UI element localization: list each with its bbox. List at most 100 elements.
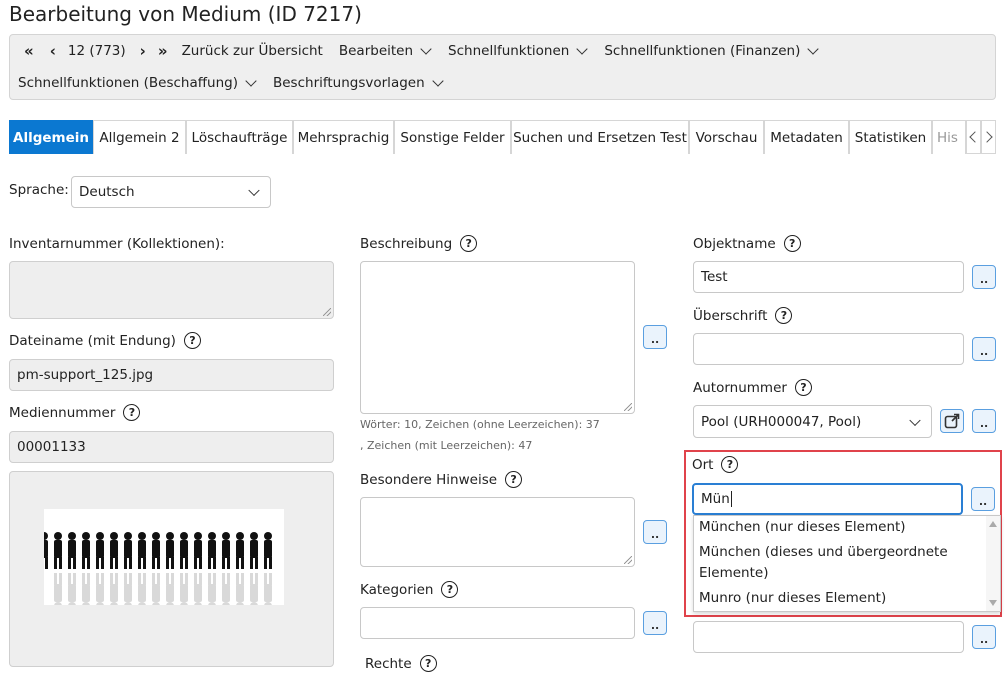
language-select[interactable]: Deutsch — [71, 176, 271, 208]
heading-input[interactable] — [693, 333, 964, 365]
inventory-number-label: Inventarnummer (Kollektionen): — [9, 236, 225, 252]
author-number-more-button[interactable]: .. — [972, 409, 996, 433]
categories-label-text: Kategorien — [360, 581, 434, 598]
place-suggestion-muenchen-parents[interactable]: München (dieses und übergeordnete — [699, 542, 948, 563]
language-select-value: Deutsch — [79, 184, 135, 200]
media-number-field[interactable]: 00001133 — [9, 431, 334, 463]
categories-field[interactable] — [360, 607, 635, 639]
object-name-input[interactable]: Test — [693, 261, 964, 293]
tab-sonstige-felder[interactable]: Sonstige Felder — [394, 120, 511, 154]
place-autocomplete-list: München (nur dieses Element) München (di… — [693, 515, 1001, 612]
filename-field[interactable]: pm-support_125.jpg — [9, 359, 334, 391]
edit-menu[interactable]: Bearbeiten — [339, 37, 438, 65]
record-position: 12 (773) — [67, 43, 126, 59]
place-suggestion-muenchen-parents-cont[interactable]: Elemente) — [699, 563, 768, 584]
edit-menu-label: Bearbeiten — [338, 43, 414, 59]
tab-suchen-ersetzen-test[interactable]: Suchen und Ersetzen Test — [511, 120, 689, 154]
help-icon[interactable]: ? — [783, 235, 801, 252]
chevron-down-icon — [248, 184, 260, 197]
categories-more-button[interactable]: .. — [643, 611, 667, 635]
tab-mehrsprachig[interactable]: Mehrsprachig — [293, 120, 394, 154]
place-label: Ort ? — [692, 456, 739, 473]
help-icon[interactable]: ? — [721, 456, 739, 473]
heading-label-text: Überschrift — [693, 307, 768, 324]
back-to-overview-button[interactable]: Zurück zur Übersicht — [182, 37, 331, 65]
tab-metadaten[interactable]: Metadaten — [764, 120, 849, 154]
media-number-value: 00001133 — [17, 439, 86, 455]
object-name-label: Objektname ? — [693, 235, 801, 252]
object-name-label-text: Objektname — [693, 235, 776, 252]
people-silhouettes-image — [44, 532, 272, 605]
place-value: Mün — [701, 491, 730, 507]
next-field-input[interactable] — [693, 621, 964, 653]
next-record-button[interactable]: › — [134, 37, 152, 65]
quick-functions-procurement-menu[interactable]: Schnellfunktionen (Beschaffung) — [18, 69, 263, 97]
chevron-down-icon — [576, 42, 589, 55]
inventory-number-field[interactable] — [9, 261, 334, 319]
tab-allgemein[interactable]: Allgemein — [9, 120, 93, 154]
media-preview — [9, 471, 334, 667]
tab-loeschauftraege[interactable]: Löschaufträge — [186, 120, 293, 154]
prev-record-button[interactable]: ‹ — [44, 37, 62, 65]
special-notes-label-text: Besondere Hinweise — [360, 471, 498, 488]
help-icon[interactable]: ? — [441, 581, 459, 598]
help-icon[interactable]: ? — [123, 404, 141, 421]
tab-allgemein-2[interactable]: Allgemein 2 — [93, 120, 186, 154]
toolbar: « ‹ 12 (773) › » Zurück zur Übersicht Be… — [9, 34, 996, 100]
external-link-icon — [944, 413, 960, 429]
tab-scroll-left-button[interactable] — [966, 120, 981, 154]
quick-functions-label: Schnellfunktionen — [448, 43, 570, 59]
description-more-button[interactable]: .. — [643, 325, 667, 349]
help-icon[interactable]: ? — [775, 307, 793, 324]
tab-statistiken[interactable]: Statistiken — [849, 120, 932, 154]
language-label: Sprache: — [9, 182, 69, 198]
help-icon[interactable]: ? — [460, 235, 478, 252]
page-title: Bearbeitung von Medium (ID 7217) — [9, 2, 362, 26]
first-record-button[interactable]: « — [18, 37, 40, 65]
chevron-right-icon — [981, 131, 993, 143]
filename-value: pm-support_125.jpg — [17, 367, 154, 383]
quick-functions-finance-menu[interactable]: Schnellfunktionen (Finanzen) — [604, 37, 825, 65]
resize-handle-icon[interactable] — [323, 308, 331, 316]
place-suggestion-muenchen-element[interactable]: München (nur dieses Element) — [699, 517, 906, 538]
help-icon[interactable]: ? — [505, 471, 523, 488]
rights-label-text: Rechte — [365, 655, 412, 672]
quick-functions-procurement-label: Schnellfunktionen (Beschaffung) — [18, 75, 238, 91]
help-icon[interactable]: ? — [183, 332, 201, 349]
special-notes-textarea[interactable] — [360, 497, 635, 567]
tab-scroll-right-button[interactable] — [981, 120, 996, 154]
help-icon[interactable]: ? — [794, 379, 812, 396]
chevron-down-icon — [431, 74, 444, 87]
label-templates-label: Beschriftungsvorlagen — [272, 75, 425, 91]
place-input[interactable]: Mün — [692, 483, 963, 515]
author-number-label-text: Autornummer — [693, 379, 787, 396]
place-suggestion-munro[interactable]: Munro (nur dieses Element) — [699, 588, 886, 609]
rights-label: Rechte ? — [365, 655, 437, 672]
chevron-down-icon — [807, 42, 820, 55]
suggestion-scrollbar[interactable] — [986, 516, 1000, 611]
description-label-text: Beschreibung — [360, 235, 453, 252]
tab-vorschau[interactable]: Vorschau — [689, 120, 764, 154]
last-record-button[interactable]: » — [152, 37, 174, 65]
next-field-more-button[interactable]: .. — [972, 625, 996, 649]
scroll-up-icon[interactable] — [989, 521, 997, 527]
resize-handle-icon[interactable] — [624, 556, 632, 564]
place-more-button[interactable]: .. — [971, 487, 995, 511]
filename-label-text: Dateiname (mit Endung) — [9, 332, 176, 349]
tab-bar: Allgemein Allgemein 2 Löschaufträge Mehr… — [9, 120, 996, 154]
description-textarea[interactable] — [360, 261, 635, 414]
scroll-down-icon[interactable] — [989, 600, 997, 606]
label-templates-menu[interactable]: Beschriftungsvorlagen — [273, 69, 450, 97]
heading-more-button[interactable]: .. — [972, 337, 996, 361]
media-number-label-text: Mediennummer — [9, 404, 116, 421]
quick-functions-menu[interactable]: Schnellfunktionen — [448, 37, 594, 65]
author-number-select[interactable]: Pool (URH000047, Pool) — [693, 405, 932, 438]
open-external-button[interactable] — [940, 409, 964, 433]
tab-historie[interactable]: His — [932, 120, 966, 154]
object-name-more-button[interactable]: .. — [972, 265, 996, 289]
author-number-value: Pool (URH000047, Pool) — [701, 413, 862, 430]
help-icon[interactable]: ? — [419, 655, 437, 672]
resize-handle-icon[interactable] — [624, 403, 632, 411]
description-label: Beschreibung ? — [360, 235, 478, 252]
special-notes-more-button[interactable]: .. — [643, 520, 667, 544]
